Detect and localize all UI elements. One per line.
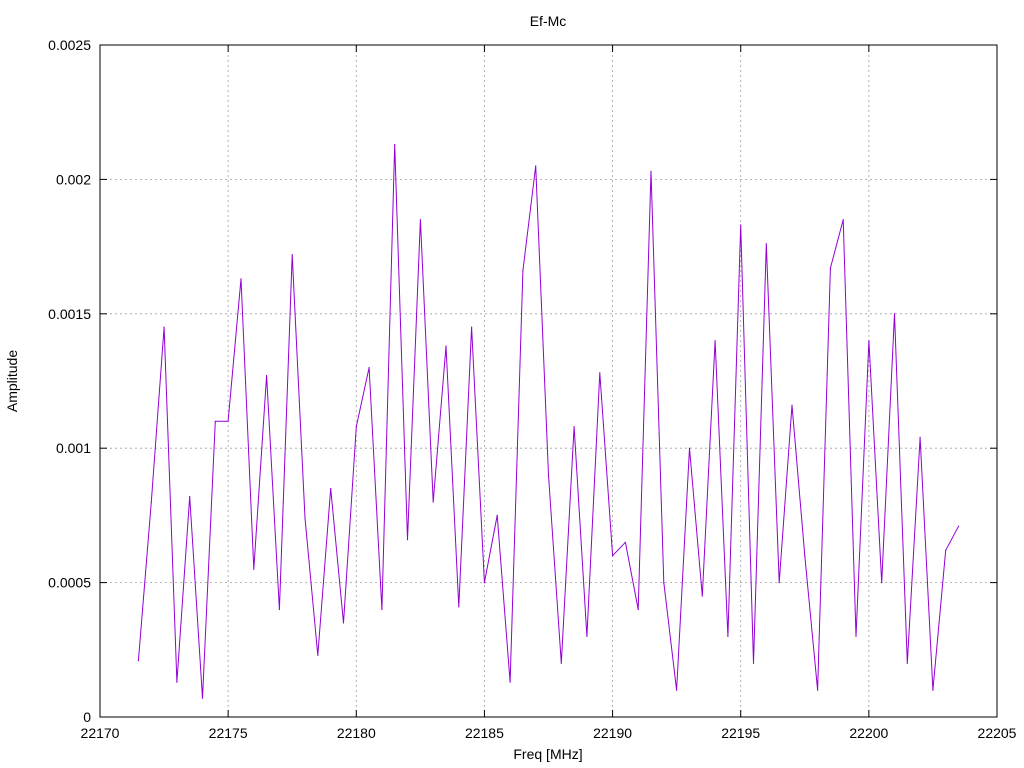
data-point [445,345,447,347]
data-point [688,447,691,449]
data-point [829,267,832,269]
y-tick-label: 0 [83,709,91,725]
data-point [535,165,537,167]
x-tick-label: 22175 [209,725,248,741]
data-point [201,697,204,699]
x-tick-label: 22190 [593,725,632,741]
data-point [817,689,819,691]
data-point [752,662,755,664]
data-point [714,340,716,342]
data-point [458,606,460,608]
y-tick-label: 0.001 [56,440,91,456]
data-point [855,635,857,638]
data-point [368,367,370,369]
data-point [471,326,473,328]
data-point [573,426,575,428]
data-point [906,662,908,664]
data-point [496,514,498,517]
chart-title: Ef-Mc [530,13,567,29]
data-point [406,539,409,541]
y-tick-label: 0.0025 [48,37,91,53]
data-point [483,582,485,584]
data-point [945,549,947,551]
data-point [740,224,742,226]
data-point [868,340,870,342]
data-point [266,375,268,377]
x-tick-label: 22195 [721,725,760,741]
data-point [663,582,665,584]
data-point [137,660,139,662]
data-point [342,622,345,624]
data-point [304,517,306,519]
y-tick-label: 0.0005 [48,575,91,591]
data-point [624,541,627,543]
data-point [650,170,652,172]
chart-background [0,0,1024,768]
data-point [381,608,383,611]
y-axis-label: Amplitude [4,350,20,412]
data-point [560,662,562,664]
data-point [253,568,255,570]
data-point [509,681,511,683]
data-point [547,474,550,476]
data-point [432,501,434,503]
data-point [278,608,280,611]
data-point [317,654,319,656]
data-point [676,689,678,691]
data-point [727,635,729,638]
data-point [150,501,152,503]
x-axis-label: Freq [MHz] [513,746,582,762]
data-point [419,219,421,221]
data-point [637,608,639,611]
data-point [932,689,934,691]
data-point [240,278,242,280]
amplitude-line-chart: 22170 22175 22180 22185 22190 22195 22200 22205… [0,0,1024,768]
x-tick-label: 22200 [849,725,888,741]
data-point [599,372,601,374]
data-point [842,219,844,221]
data-point [163,326,165,328]
data-point [701,595,703,597]
data-point [394,143,396,146]
y-tick-label: 0.002 [56,171,91,187]
x-tick-label: 22180 [337,725,376,741]
data-point [791,404,793,406]
data-point [919,436,921,438]
data-point [291,254,293,256]
data-point [958,525,960,527]
data-point [778,582,780,584]
data-point [612,555,614,557]
y-tick-label: 0.0015 [48,306,91,322]
data-point [355,426,357,428]
data-point [881,582,883,584]
data-point [214,420,216,422]
data-point [176,681,178,683]
x-tick-label: 22205 [978,725,1017,741]
data-point [804,555,806,557]
data-point [189,496,191,498]
data-point [227,420,229,422]
data-point [522,270,524,272]
data-point [330,487,332,490]
x-tick-label: 22185 [465,725,504,741]
x-tick-label: 22170 [81,725,120,741]
data-point [586,635,588,638]
data-point [765,243,767,245]
data-point [893,313,896,315]
